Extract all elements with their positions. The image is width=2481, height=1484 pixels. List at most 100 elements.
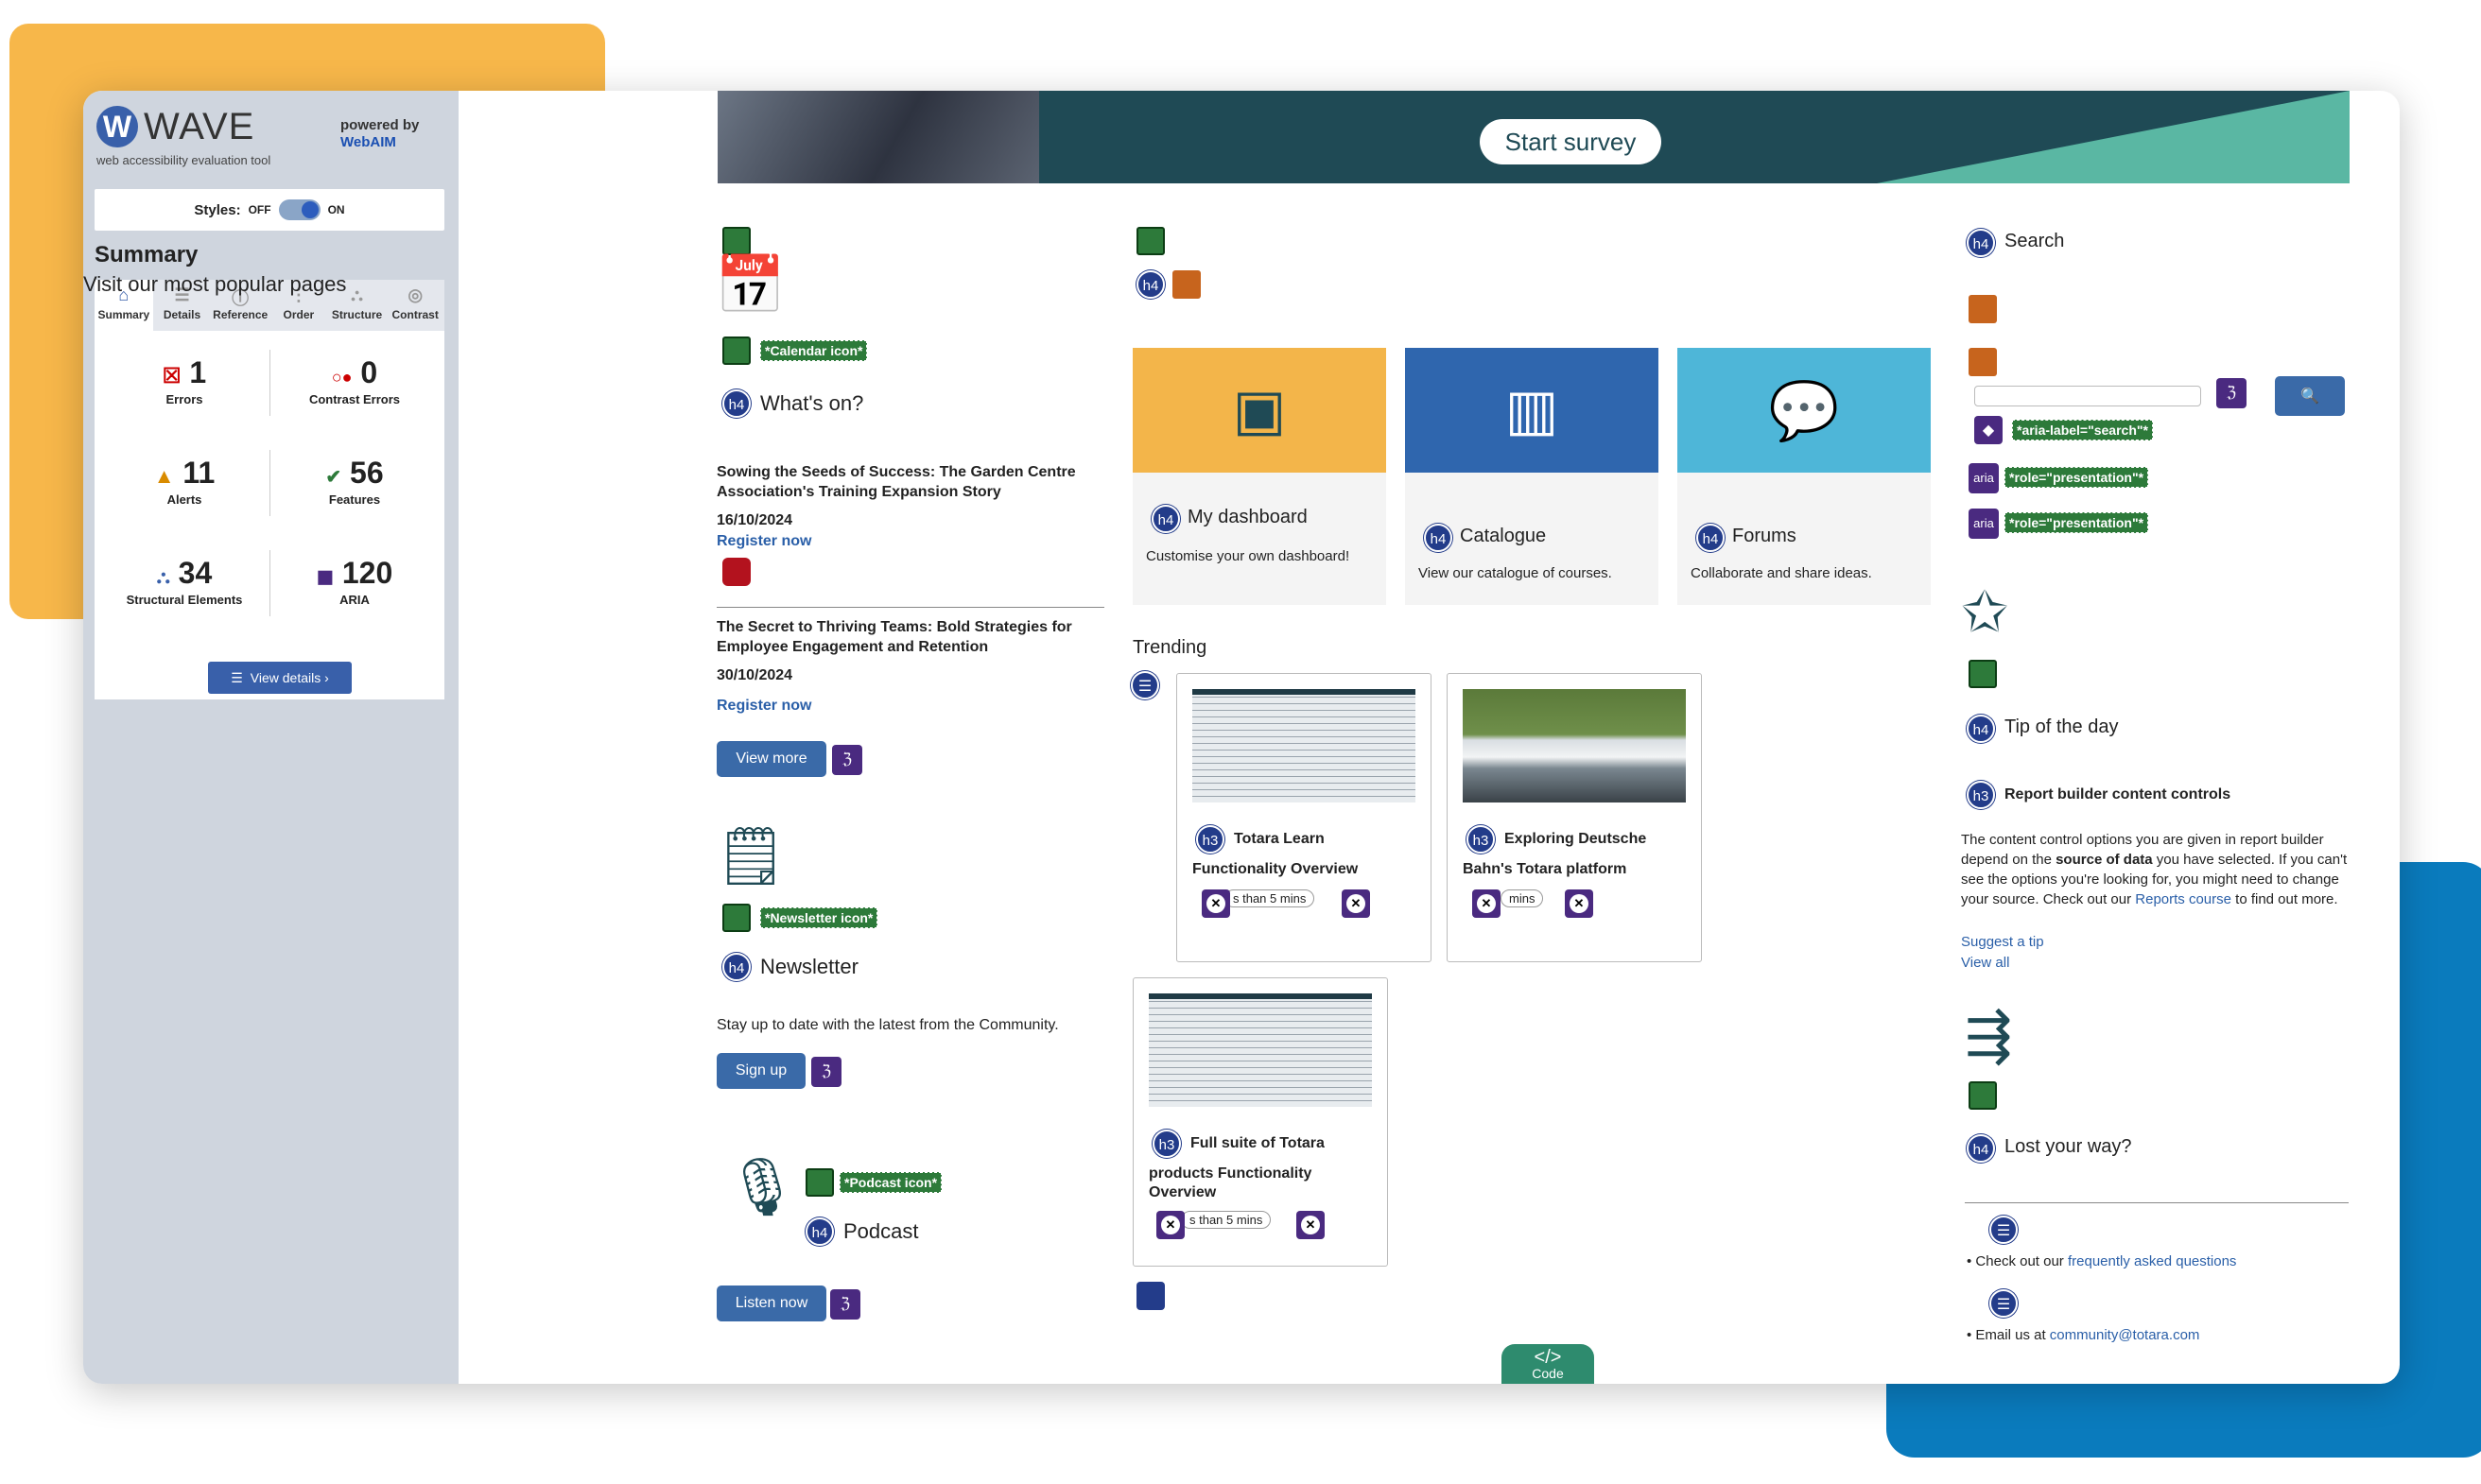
summary-panel: ☒ 1 Errors ○● 0 Contrast Errors ▲ 11 Alerts… [95,331,444,699]
event1-title: Sowing the Seeds of Success: The Garden … [717,464,1076,500]
h3-icon: h3 [1967,781,1995,809]
list-icon: ☰ [1131,671,1159,699]
event2-title: The Secret to Thriving Teams: Bold Strat… [717,619,1072,655]
train-thumbnail [1463,689,1686,802]
alt-text-icon [806,1168,834,1197]
aria-label-tag: *aria-label="search"* [2012,420,2153,440]
newsletter-heading: Newsletter [760,955,859,978]
event2-date: 30/10/2024 [717,667,793,683]
card-desc: Customise your own dashboard! [1146,548,1350,564]
popular-heading: Visit our most popular pages [83,272,347,296]
tip-text: The content control options you are give… [1961,832,2348,907]
newsletter-icon: 🗒 [715,824,788,888]
card-dashboard[interactable]: ▣ h4 My dashboard Customise your own das… [1133,348,1386,605]
h3-icon: h3 [1153,1130,1181,1158]
wave-subtitle: web accessibility evaluation tool [96,153,271,167]
card-title: Catalogue [1460,526,1547,546]
newsletter-alt-tag: *Newsletter icon* [760,907,878,928]
search-heading: Search [2004,231,2065,251]
code-icon: </> [1534,1347,1562,1368]
whats-on-heading: What's on? [760,391,864,415]
chat-icon: 💬 [1677,348,1931,473]
list-icon: ☰ [231,669,243,685]
alert-icon: ▲ [153,464,175,488]
errors-stat: ☒ 1 Errors [162,355,207,406]
search-input[interactable] [1974,386,2201,406]
duration-pill: s than 5 mins [1181,1211,1272,1229]
h3-icon: h3 [1196,825,1224,854]
feature-icon: ✔ [325,467,342,488]
signpost-icon: ⇶ [1965,1004,2013,1067]
features-stat: ✔ 56 Features [325,456,384,507]
dashboard-icon: ▣ [1133,348,1386,473]
h4-icon: h4 [722,389,751,418]
aria-label-icon: ◆ [1974,416,2003,444]
powered-by: powered by WebAIM [340,117,420,150]
event2-register-link[interactable]: Register now [717,698,811,715]
alert-icon [1969,348,1997,376]
error-icon: ☒ [162,364,182,388]
view-details-button[interactable]: ☰ View details › [208,662,352,694]
aria-button-icon: ℨ [830,1289,860,1320]
code-tab[interactable]: </> Code [1501,1344,1594,1384]
aria-icon: ◼ [316,564,334,588]
listen-now-button[interactable]: Listen now [717,1286,826,1321]
thumbnail [1192,689,1415,802]
card-title-3: Overview [1149,1184,1217,1200]
card-title-2: Bahn's Totara platform [1463,861,1627,877]
structure-icon: ⛬ [156,567,170,588]
tab-contrast[interactable]: ◎ Contrast [386,280,444,331]
card-title: Totara Learn [1234,831,1325,847]
h4-icon: h4 [1152,505,1180,533]
browser-window: W WAVE web accessibility evaluation tool … [83,91,2400,1384]
sign-up-button[interactable]: Sign up [717,1053,806,1089]
list-icon: ☰ [1989,1289,2018,1318]
aria-icon: aria [1969,509,1999,539]
event1-register-link[interactable]: Register now [717,533,811,550]
event1-date: 16/10/2024 [717,512,793,528]
reports-course-link[interactable]: Reports course [2135,891,2231,907]
h4-icon: h4 [1424,524,1452,552]
newsletter-text: Stay up to date with the latest from the… [717,1017,1059,1033]
wave-logo: W WAVE [96,104,254,148]
broken-link-error-icon [722,558,751,586]
faq-item: • Check out our frequently asked questio… [1967,1253,2237,1269]
link-feature-icon [722,227,751,255]
divider [1965,1202,2349,1203]
webaim-link[interactable]: WebAIM [340,134,396,150]
podcast-heading: Podcast [843,1219,919,1243]
contrast-stat: ○● 0 Contrast Errors [308,355,401,406]
trending-card-3[interactable]: h3 Full suite of Totara products Functio… [1133,977,1388,1267]
card-forums[interactable]: 💬 h4 Forums Collaborate and share ideas. [1677,348,1931,605]
error-icon [1565,889,1593,918]
calendar-icon: 📅 [715,253,786,317]
contrast-icon: ◎ [408,285,424,304]
trending-card-1[interactable]: h3 Totara Learn Functionality Overview s… [1176,673,1431,962]
alt-text-icon [722,904,751,932]
trending-card-2[interactable]: h3 Exploring Deutsche Bahn's Totara plat… [1447,673,1702,962]
card-title: Exploring Deutsche [1504,831,1647,847]
view-more-button[interactable]: View more [717,741,826,777]
microphone-icon: 🎙 [726,1155,799,1218]
alert-icon [1969,295,1997,323]
duration-pill: mins [1501,889,1544,907]
card-catalogue[interactable]: ▥ h4 Catalogue View our catalogue of cou… [1405,348,1658,605]
toggle-switch[interactable] [278,199,321,220]
faq-link[interactable]: frequently asked questions [2068,1253,2236,1269]
list-icon: ☰ [1989,1216,2018,1244]
aria-icon: ℨ [2216,378,2247,408]
search-button[interactable]: 🔍 [2275,376,2345,416]
contrast-error-icon: ○● [331,368,353,387]
error-icon [1156,1211,1185,1239]
alerts-stat: ▲ 11 Alerts [153,456,216,507]
calendar-alt-tag: *Calendar icon* [760,340,868,361]
tip-heading: Tip of the day [2004,716,2119,737]
alt-text-icon [1969,660,1997,688]
email-item: • Email us at community@totara.com [1967,1327,2200,1343]
html5-landmark-icon [1136,1282,1165,1310]
email-link[interactable]: community@totara.com [2050,1327,2200,1343]
suggest-tip-link[interactable]: Suggest a tip [1961,934,2044,950]
view-all-link[interactable]: View all [1961,955,2009,971]
start-survey-button[interactable]: Start survey [1480,119,1661,164]
styles-toggle[interactable]: Styles: OFF ON [95,189,444,231]
